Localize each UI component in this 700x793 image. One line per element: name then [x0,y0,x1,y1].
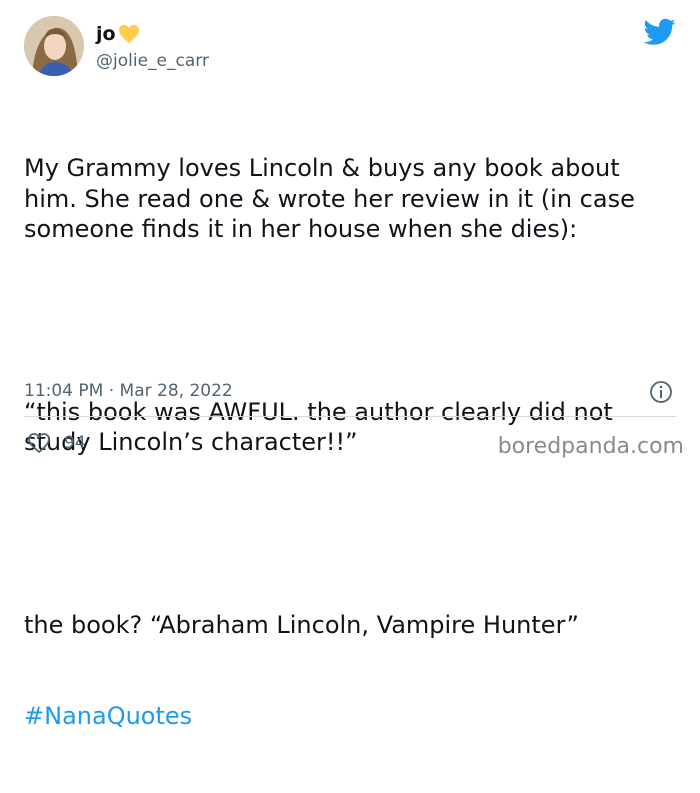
tweet-timestamp[interactable]: 11:04 PM · Mar 28, 2022 [24,380,233,402]
heart-outline-icon[interactable] [27,432,51,454]
tweet-paragraph: the book? “Abraham Lincoln, Vampire Hunt… [24,610,579,639]
avatar-photo [24,16,84,76]
tweet-paragraph: My Grammy loves Lincoln & buys any book … [24,154,643,243]
display-name[interactable]: jo [96,22,116,46]
watermark: boredpanda.com [497,434,684,459]
hashtag-link[interactable]: #NanaQuotes [24,701,680,732]
user-handle[interactable]: @jolie_e_carr [96,50,209,72]
divider [24,416,676,417]
info-icon[interactable] [649,380,673,404]
like-count: 94 [64,433,86,453]
avatar[interactable] [24,16,84,76]
tweet-card: jo @jolie_e_carr My Grammy loves Lincoln… [0,0,700,730]
twitter-bird-icon[interactable] [644,18,676,46]
yellow-heart-icon [119,24,139,44]
